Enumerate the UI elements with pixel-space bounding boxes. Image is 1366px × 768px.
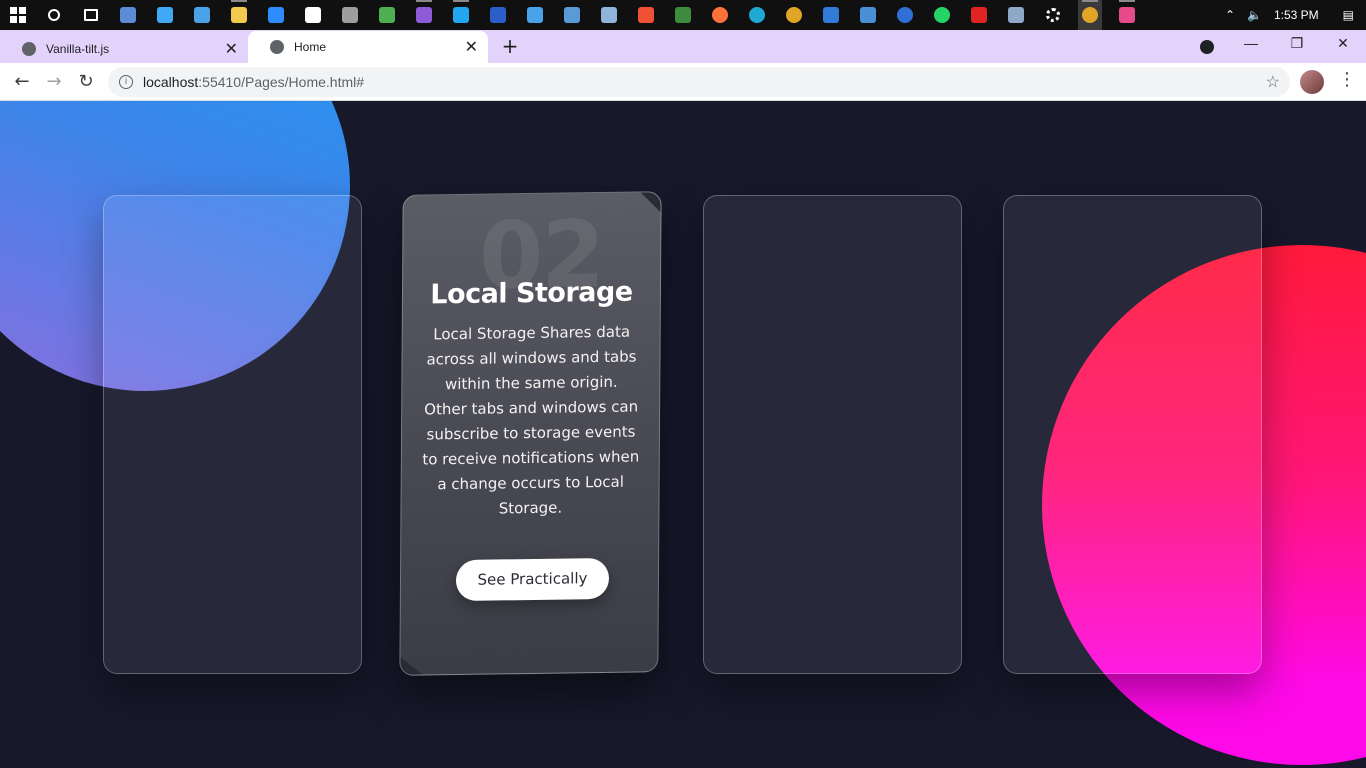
- tab-title: Vanilla-tilt.js: [46, 41, 110, 56]
- forward-arrow-icon[interactable]: →: [41, 69, 67, 95]
- glass-card-local-storage[interactable]: 02 Local Storage Local Storage Shares da…: [399, 191, 662, 676]
- url-host: localhost: [143, 74, 199, 90]
- tab-home[interactable]: Home ✕: [248, 31, 488, 63]
- file-explorer-icon[interactable]: [227, 0, 251, 30]
- see-practically-button[interactable]: See Practically: [455, 557, 610, 602]
- globe-icon: [270, 40, 284, 54]
- settings-icon[interactable]: [1041, 0, 1065, 30]
- globe-icon: [22, 41, 36, 56]
- card-corner-fold: [400, 656, 423, 675]
- keyboard-icon[interactable]: [560, 0, 584, 30]
- glass-card-4[interactable]: [1003, 195, 1262, 674]
- paint3d-icon[interactable]: [1115, 0, 1139, 30]
- tab-search-icon[interactable]: [1200, 40, 1214, 54]
- system-tray: ⌃ 🔈 1:53 PM ▤: [1225, 0, 1366, 30]
- glass-card-1[interactable]: [103, 195, 362, 674]
- notepad-icon[interactable]: [597, 0, 621, 30]
- app-icon-2[interactable]: [523, 0, 547, 30]
- task-view-icon[interactable]: [79, 0, 103, 30]
- messenger-icon[interactable]: [893, 0, 917, 30]
- profile-avatar[interactable]: [1300, 70, 1324, 94]
- url-path: :55410/Pages/Home.html#: [198, 74, 365, 90]
- whatsapp-icon[interactable]: [930, 0, 954, 30]
- greenshot-icon[interactable]: [671, 0, 695, 30]
- zoom-icon[interactable]: [264, 0, 288, 30]
- usb-icon[interactable]: [338, 0, 362, 30]
- firefox-icon[interactable]: [708, 0, 732, 30]
- browser-tab-strip: Vanilla-tilt.js ✕ Home ✕ + — ❐ ✕: [0, 30, 1366, 63]
- menu-kebab-icon[interactable]: ⋮: [1338, 69, 1356, 90]
- notification-icon[interactable]: ▤: [1343, 8, 1354, 22]
- address-bar[interactable]: i localhost:55410/Pages/Home.html# ☆: [108, 67, 1290, 97]
- card-corner-fold: [640, 192, 661, 213]
- page-content: 02 Local Storage Local Storage Shares da…: [0, 101, 1366, 768]
- screenshot-icon[interactable]: [856, 0, 880, 30]
- desktop-icon[interactable]: [153, 0, 177, 30]
- tab-title: Home: [294, 40, 327, 54]
- volume-icon[interactable]: 🔈: [1247, 8, 1262, 22]
- new-tab-button[interactable]: +: [500, 34, 520, 58]
- tray-chevron-icon[interactable]: ⌃: [1225, 8, 1235, 22]
- info-icon[interactable]: i: [119, 75, 133, 89]
- remote-desktop-icon[interactable]: [1004, 0, 1028, 30]
- taskbar-app-list: [42, 0, 1152, 30]
- bookmark-star-icon[interactable]: ☆: [1266, 72, 1280, 92]
- card-description: Local Storage Shares data across all win…: [422, 322, 640, 518]
- close-tab-icon[interactable]: ✕: [465, 37, 478, 57]
- photos-icon[interactable]: [819, 0, 843, 30]
- tab-vanilla-tilt[interactable]: Vanilla-tilt.js ✕: [0, 34, 248, 63]
- maximize-button[interactable]: ❐: [1274, 35, 1320, 52]
- minimize-button[interactable]: —: [1228, 35, 1274, 51]
- visual-studio-icon[interactable]: [412, 0, 436, 30]
- windows-start-icon[interactable]: [0, 0, 36, 30]
- visio-icon[interactable]: [486, 0, 510, 30]
- edge-icon[interactable]: [745, 0, 769, 30]
- windows-taskbar: ⌃ 🔈 1:53 PM ▤: [0, 0, 1366, 30]
- app-icon[interactable]: [301, 0, 325, 30]
- reload-icon[interactable]: ↻: [73, 69, 99, 95]
- calculator-icon[interactable]: [116, 0, 140, 30]
- acrobat-icon[interactable]: [967, 0, 991, 30]
- git-icon[interactable]: [634, 0, 658, 30]
- paint-icon[interactable]: [375, 0, 399, 30]
- control-panel-icon[interactable]: [190, 0, 214, 30]
- close-window-button[interactable]: ✕: [1320, 35, 1366, 52]
- chrome-icon-active[interactable]: [1078, 0, 1102, 30]
- browser-toolbar: ← → ↻ i localhost:55410/Pages/Home.html#…: [0, 63, 1366, 101]
- taskbar-clock[interactable]: 1:53 PM: [1274, 8, 1319, 22]
- vscode-icon[interactable]: [449, 0, 473, 30]
- back-arrow-icon[interactable]: ←: [9, 69, 35, 95]
- glass-card-3[interactable]: [703, 195, 962, 674]
- chrome-icon[interactable]: [782, 0, 806, 30]
- close-tab-icon[interactable]: ✕: [225, 39, 238, 59]
- card-title: Local Storage: [430, 276, 633, 311]
- search-icon[interactable]: [42, 0, 66, 30]
